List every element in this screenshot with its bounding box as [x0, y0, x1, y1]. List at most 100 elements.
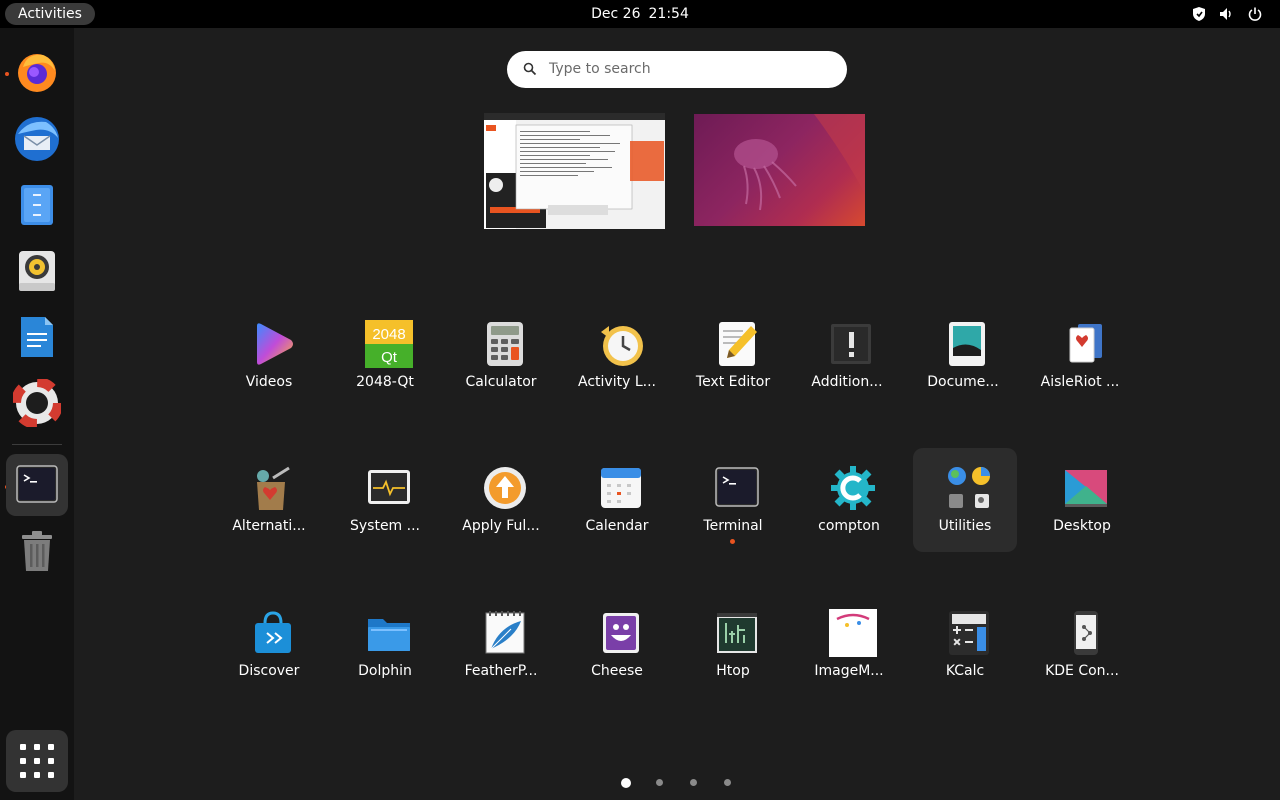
- app-aisleriot[interactable]: AisleRiot ...: [1028, 304, 1132, 408]
- app-calculator[interactable]: Calculator: [449, 304, 553, 408]
- clock-date[interactable]: Dec 26: [591, 0, 640, 28]
- workspace-thumbnail-1[interactable]: [484, 113, 665, 229]
- app-label: Addition...: [811, 374, 883, 390]
- writer-icon: [21, 317, 53, 357]
- app-kde-connect[interactable]: KDE Con...: [1030, 593, 1134, 697]
- app-label: KCalc: [945, 663, 985, 679]
- calculator-icon: [487, 322, 523, 366]
- workspace-thumbnail-2[interactable]: [694, 114, 865, 226]
- dock-item-files[interactable]: [6, 174, 68, 236]
- additional-drivers-icon: [831, 324, 871, 364]
- alternatives-icon: [257, 466, 290, 510]
- app-label: Discover: [238, 663, 300, 679]
- show-applications-button[interactable]: [6, 730, 68, 792]
- app-label: Calendar: [585, 518, 649, 534]
- terminal-icon: [715, 467, 759, 507]
- app-2048-qt[interactable]: 2048 Qt 2048-Qt: [333, 304, 437, 408]
- dock-item-writer[interactable]: [6, 306, 68, 368]
- app-label: Dolphin: [358, 663, 412, 679]
- app-label: Desktop: [1053, 518, 1111, 534]
- app-label: compton: [818, 518, 880, 534]
- app-desktop[interactable]: Desktop: [1030, 448, 1134, 552]
- terminal-icon: [16, 465, 58, 503]
- app-label: Videos: [245, 374, 293, 390]
- app-label: System ...: [349, 518, 420, 534]
- help-icon: [13, 379, 61, 427]
- app-document-viewer[interactable]: Docume...: [911, 304, 1015, 408]
- search-entry[interactable]: Type to search: [507, 51, 847, 88]
- htop-icon: [717, 613, 757, 653]
- dock-item-trash[interactable]: [6, 520, 68, 582]
- rhythmbox-icon: [19, 251, 55, 291]
- dock-separator: [12, 444, 62, 445]
- dock: [0, 28, 74, 800]
- app-activity-log[interactable]: Activity L...: [565, 304, 669, 408]
- activity-log-icon: [601, 326, 643, 366]
- aisleriot-icon: [1069, 324, 1102, 363]
- page-dot-active[interactable]: [621, 778, 631, 788]
- app-label: Apply Ful...: [462, 518, 540, 534]
- app-videos[interactable]: Videos: [217, 304, 321, 408]
- text-editor-icon: [719, 322, 757, 366]
- app-folder-utilities[interactable]: Utilities: [913, 448, 1017, 552]
- dock-item-firefox[interactable]: [6, 40, 68, 102]
- app-terminal[interactable]: Terminal: [681, 448, 785, 552]
- shield-icon[interactable]: [1191, 6, 1207, 22]
- app-label: KDE Con...: [1045, 663, 1119, 679]
- top-bar: Activities Dec 26 21:54: [0, 0, 1280, 28]
- app-label: 2048-Qt: [356, 374, 414, 390]
- app-calendar[interactable]: Calendar: [565, 448, 669, 552]
- apply-full-upgrade-icon: [484, 467, 526, 509]
- dock-item-help[interactable]: [6, 372, 68, 434]
- page-dot[interactable]: [656, 779, 663, 786]
- system-monitor-icon: [368, 470, 410, 504]
- workspace-thumbnail-with-windows: [484, 113, 665, 229]
- app-label: Terminal: [703, 518, 763, 534]
- app-cheese[interactable]: Cheese: [565, 593, 669, 697]
- app-system-monitor[interactable]: System ...: [333, 448, 437, 552]
- svg-text:2048: 2048: [372, 326, 405, 343]
- 2048-qt-icon: 2048 Qt: [365, 320, 413, 368]
- calendar-icon: [601, 468, 641, 508]
- power-icon[interactable]: [1247, 6, 1263, 22]
- app-additional-drivers[interactable]: Addition...: [795, 304, 899, 408]
- app-label: Calculator: [465, 374, 537, 390]
- volume-icon[interactable]: [1218, 6, 1234, 22]
- compton-icon: [831, 466, 875, 510]
- search-icon: [523, 62, 537, 76]
- app-apply-full-upgrade[interactable]: Apply Ful...: [449, 448, 553, 552]
- clock-time[interactable]: 21:54: [649, 0, 689, 28]
- app-kcalc[interactable]: KCalc: [913, 593, 1017, 697]
- kcalc-icon: [949, 611, 989, 655]
- activities-button[interactable]: Activities: [5, 3, 95, 25]
- discover-icon: [255, 611, 291, 653]
- dock-item-terminal[interactable]: [6, 454, 68, 516]
- app-imagemagick[interactable]: ImageM...: [797, 593, 901, 697]
- page-dot[interactable]: [690, 779, 697, 786]
- dock-item-rhythmbox[interactable]: [6, 240, 68, 302]
- clock[interactable]: Dec 26 21:54: [0, 0, 1280, 28]
- app-htop[interactable]: Htop: [681, 593, 785, 697]
- app-discover[interactable]: Discover: [217, 593, 321, 697]
- cheese-icon: [603, 613, 639, 653]
- app-dolphin[interactable]: Dolphin: [333, 593, 437, 697]
- trash-icon: [22, 531, 52, 571]
- dolphin-icon: [368, 619, 410, 651]
- dock-item-thunderbird[interactable]: [6, 108, 68, 170]
- app-label: Alternati...: [232, 518, 306, 534]
- app-compton[interactable]: compton: [797, 448, 901, 552]
- search-input[interactable]: Type to search: [549, 51, 651, 88]
- app-featherpad[interactable]: FeatherP...: [449, 593, 553, 697]
- workspace-thumbnail-wallpaper: [734, 114, 865, 211]
- app-label: AisleRiot ...: [1040, 374, 1120, 390]
- page-dot[interactable]: [724, 779, 731, 786]
- app-alternatives[interactable]: Alternati...: [217, 448, 321, 552]
- app-label: ImageM...: [814, 663, 884, 679]
- app-label: Text Editor: [695, 374, 771, 390]
- firefox-icon: [18, 54, 56, 92]
- videos-icon: [257, 323, 293, 365]
- app-text-editor[interactable]: Text Editor: [681, 304, 785, 408]
- app-label: Htop: [716, 663, 750, 679]
- app-label: FeatherP...: [464, 663, 538, 679]
- svg-text:Qt: Qt: [381, 349, 398, 366]
